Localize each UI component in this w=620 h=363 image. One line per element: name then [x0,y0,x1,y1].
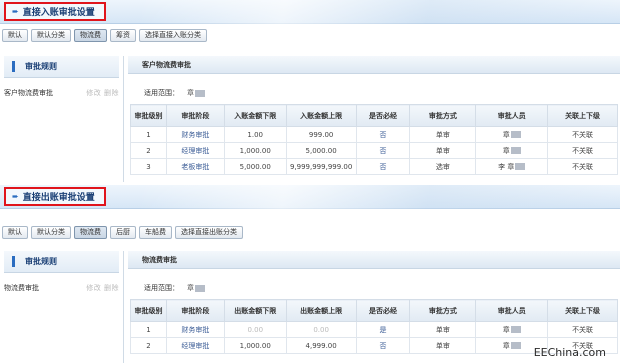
column-header: 审批阶段 [165,104,225,127]
column-header: 关联上下级 [547,299,618,322]
table-row: 1 财务审批 0.00 0.00 是 单审 章 不关联 [130,321,618,338]
title-bar: ➨ 直接入账审批设置 [0,0,620,24]
rule-item[interactable]: 物流费审批 修改 删除 [0,283,123,293]
column-header: 出账金额下限 [223,299,287,322]
column-header: 审批人员 [475,299,549,322]
title-bar: ➨ 直接出账审批设置 [0,185,620,209]
category-button-default[interactable]: 默认 [2,226,28,239]
category-button-default[interactable]: 默认 [2,29,28,42]
scope-label: 适用范围： [144,284,179,292]
arrow-right-icon: ➨ [12,7,19,16]
rule-detail-title: 物流费审批 [128,251,620,269]
column-header: 审批方式 [409,299,477,322]
column-header: 出账金额上限 [285,299,357,322]
category-button-logistics[interactable]: 物流费 [74,29,107,42]
column-header: 审批级别 [130,104,167,127]
rule-item[interactable]: 客户物流费审批 修改 删除 [0,88,123,98]
direct-income-approval-section: ➨ 直接入账审批设置 默认 默认分类 物流费 筹资 选择直接入账分类 审批规则 … [0,0,620,182]
category-button-travel[interactable]: 车船费 [139,226,172,239]
table-row: 2 经理审批 1,000.00 5,000.00 否 单审 章 不关联 [130,142,618,159]
rule-item-actions[interactable]: 修改 删除 [86,88,119,98]
scope-value: 章 [187,88,205,98]
column-header: 入账金额上限 [285,104,357,127]
category-toolbar: 默认 默认分类 物流费 后厨 车船费 选择直接出账分类 [0,226,620,242]
scope-row: 适用范围： 章 [144,88,620,98]
column-header: 审批阶段 [165,299,225,322]
column-header: 是否必经 [355,299,411,322]
category-toolbar: 默认 默认分类 物流费 筹资 选择直接入账分类 [0,29,620,45]
section-title-text: 直接出账审批设置 [22,193,95,203]
scope-label: 适用范围： [144,89,179,97]
column-header: 审批方式 [409,104,477,127]
section-title: ➨ 直接出账审批设置 [4,187,106,206]
direct-expense-approval-section: ➨ 直接出账审批设置 默认 默认分类 物流费 后厨 车船费 选择直接出账分类 审… [0,185,620,363]
rules-panel: 审批规则 客户物流费审批 修改 删除 [0,56,124,182]
section-title: ➨ 直接入账审批设置 [4,2,106,21]
category-button-logistics[interactable]: 物流费 [74,226,107,239]
scope-value: 章 [187,283,205,293]
rules-panel: 审批规则 物流费审批 修改 删除 [0,251,124,363]
column-header: 审批级别 [130,299,167,322]
select-income-category-button[interactable]: 选择直接入账分类 [139,29,207,42]
column-header: 关联上下级 [547,104,618,127]
approval-table: 审批级别 审批阶段 入账金额下限 入账金额上限 是否必经 审批方式 审批人员 关… [130,104,618,175]
rules-heading: 审批规则 [4,251,119,273]
column-header: 是否必经 [355,104,411,127]
category-button-default-category[interactable]: 默认分类 [31,29,71,42]
category-button-financing[interactable]: 筹资 [110,29,136,42]
rule-item-actions[interactable]: 修改 删除 [86,283,119,293]
arrow-right-icon: ➨ [12,192,19,201]
table-row: 1 财务审批 1.00 999.00 否 单审 章 不关联 [130,126,618,143]
category-button-default-category[interactable]: 默认分类 [31,226,71,239]
section-title-text: 直接入账审批设置 [22,8,95,18]
select-expense-category-button[interactable]: 选择直接出账分类 [175,226,243,239]
table-row: 3 老板审批 5,000.00 9,999,999,999.00 否 选审 李 … [130,158,618,175]
rule-detail-title: 客户物流费审批 [128,56,620,74]
column-header: 审批人员 [475,104,549,127]
scope-row: 适用范围： 章 [144,283,620,293]
rule-item-label[interactable]: 物流费审批 [4,283,39,293]
rule-detail-panel: 客户物流费审批 适用范围： 章 审批级别 审批阶段 入账金额下限 入账金额上限 … [128,56,620,182]
watermark: EEChina.com [533,346,606,359]
rules-heading: 审批规则 [4,56,119,78]
category-button-kitchen[interactable]: 后厨 [110,226,136,239]
rule-item-label[interactable]: 客户物流费审批 [4,88,53,98]
column-header: 入账金额下限 [223,104,287,127]
